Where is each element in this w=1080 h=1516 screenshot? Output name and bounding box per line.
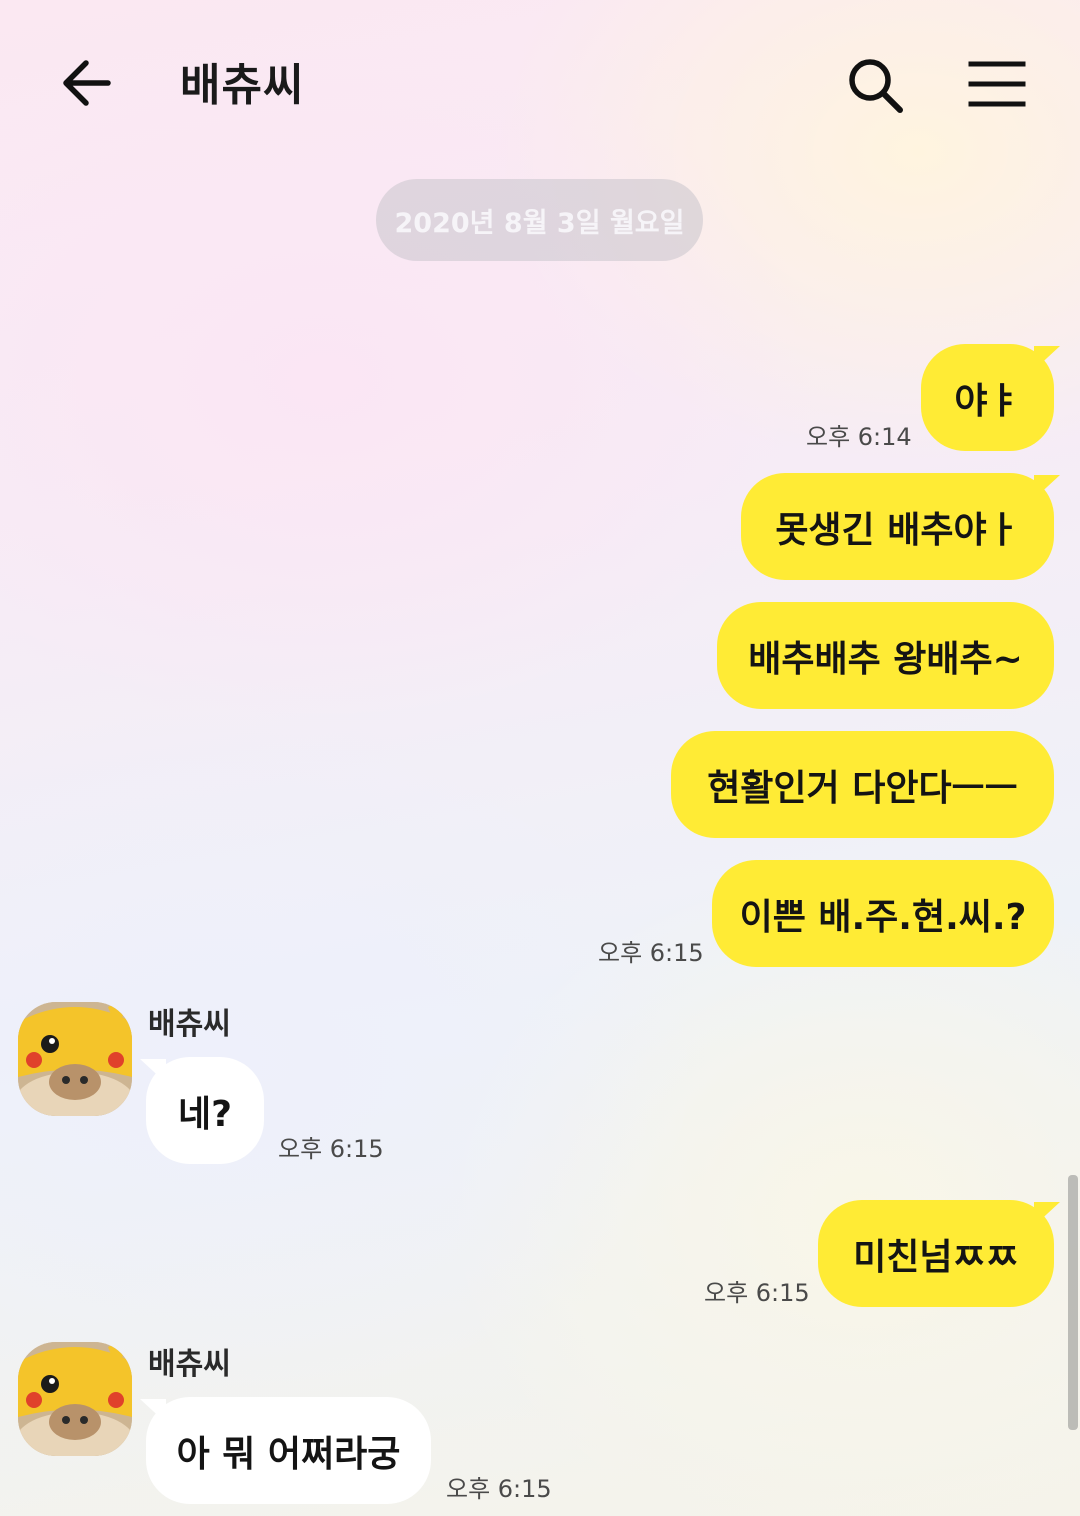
- message-text: 현활인거 다안다ㅡㅡ: [707, 767, 1018, 809]
- message-time: 오후 6:15: [598, 939, 704, 967]
- bubble-tail: [1034, 1202, 1060, 1226]
- message-text: 못생긴 배추야ㅏ: [775, 509, 1020, 551]
- message-time: 오후 6:15: [278, 1135, 384, 1163]
- bubble-tail: [1034, 346, 1060, 370]
- sent-message-bubble[interactable]: 배추배추 왕배추~: [717, 602, 1054, 709]
- menu-icon[interactable]: [968, 58, 1026, 110]
- bubble-tail: [1034, 475, 1060, 499]
- message-text: 네?: [177, 1093, 232, 1135]
- chat-header: 배츄씨: [0, 0, 1080, 170]
- scrollbar[interactable]: [1068, 1175, 1078, 1430]
- received-message-bubble[interactable]: 아 뭐 어쩌라궁: [146, 1397, 431, 1504]
- sent-message-bubble[interactable]: 이쁜 배.주.현.씨.?: [712, 860, 1054, 967]
- chat-title: 배츄씨: [180, 60, 305, 111]
- message-time: 오후 6:14: [806, 423, 912, 451]
- message-text: 아 뭐 어쩌라궁: [176, 1433, 401, 1475]
- message-time: 오후 6:15: [446, 1475, 552, 1503]
- search-icon[interactable]: [846, 56, 906, 116]
- sent-message-bubble[interactable]: 현활인거 다안다ㅡㅡ: [671, 731, 1054, 838]
- sender-name: 배츄씨: [148, 1007, 231, 1042]
- message-time: 오후 6:15: [704, 1279, 810, 1307]
- sender-name: 배츄씨: [148, 1347, 231, 1382]
- message-text: 미친넘ㅉㅉ: [853, 1236, 1019, 1278]
- sent-message-bubble[interactable]: 미친넘ㅉㅉ: [818, 1200, 1054, 1307]
- bubble-tail: [140, 1399, 166, 1423]
- message-text: 야ㅑ: [954, 380, 1021, 422]
- bubble-tail: [140, 1059, 166, 1083]
- message-text: 배추배추 왕배추~: [748, 638, 1023, 680]
- message-text: 이쁜 배.주.현.씨.?: [739, 896, 1027, 938]
- back-arrow-icon[interactable]: [56, 54, 118, 112]
- avatar[interactable]: [18, 1342, 132, 1456]
- date-divider: 2020년 8월 3일 월요일: [376, 179, 703, 261]
- avatar[interactable]: [18, 1002, 132, 1116]
- sent-message-bubble[interactable]: 못생긴 배추야ㅏ: [741, 473, 1054, 580]
